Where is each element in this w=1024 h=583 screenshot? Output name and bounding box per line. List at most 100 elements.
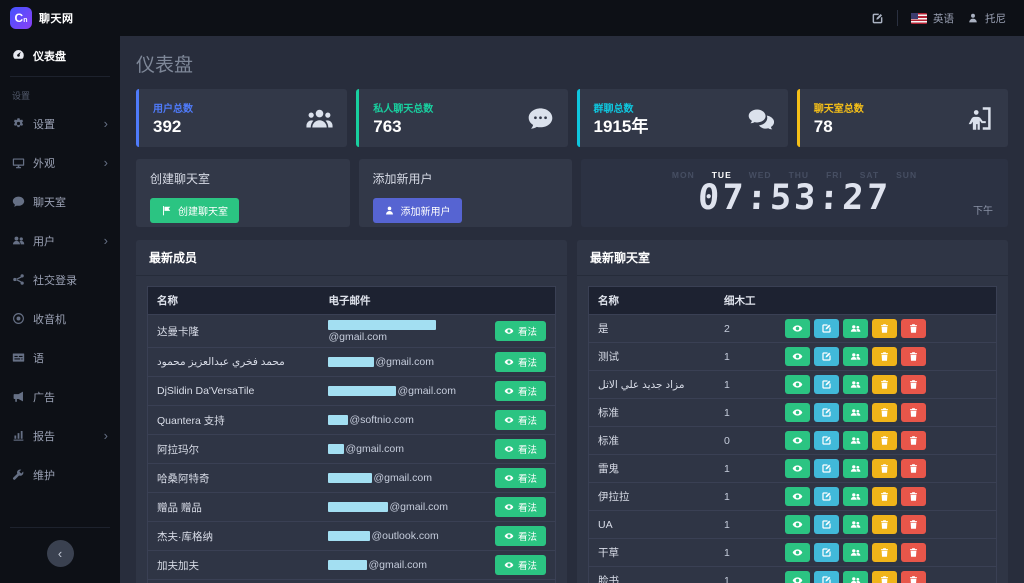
- add-user-button[interactable]: 添加新用户: [372, 198, 462, 223]
- edit-button[interactable]: [814, 347, 840, 366]
- edit-button[interactable]: [814, 571, 840, 583]
- view-button[interactable]: [785, 543, 811, 562]
- sidebar-item-appearance[interactable]: 外观 ›: [0, 143, 120, 182]
- delete-button[interactable]: [901, 459, 927, 478]
- members-table: 名称 电子邮件 达曼卡隆 @gmail.com 看法 محمد فخري عبد…: [147, 286, 556, 583]
- clear-button[interactable]: [872, 515, 898, 534]
- sidebar-item-ads[interactable]: 广告: [0, 377, 120, 416]
- view-button[interactable]: [785, 571, 811, 583]
- clear-button[interactable]: [872, 571, 898, 583]
- member-name: 阿拉玛尔: [147, 434, 320, 464]
- delete-button[interactable]: [901, 543, 927, 562]
- view-button[interactable]: 看法: [494, 352, 546, 372]
- members-button[interactable]: [843, 515, 869, 534]
- sidebar-item-users[interactable]: 用户 ›: [0, 221, 120, 260]
- trash-icon: [879, 351, 890, 362]
- view-button[interactable]: [785, 375, 811, 394]
- edit-button[interactable]: [814, 543, 840, 562]
- clear-button[interactable]: [872, 319, 898, 338]
- edit-button[interactable]: [814, 431, 840, 450]
- clear-button[interactable]: [872, 403, 898, 422]
- edit-button[interactable]: [814, 515, 840, 534]
- clear-button[interactable]: [872, 543, 898, 562]
- clock-time: 07:53:27: [697, 178, 892, 218]
- sidebar-item-maintenance[interactable]: 维护: [0, 455, 120, 494]
- delete-button[interactable]: [901, 431, 927, 450]
- users-icon: [12, 234, 25, 247]
- members-button[interactable]: [843, 431, 869, 450]
- room-joiners: 1: [714, 398, 777, 427]
- clear-button[interactable]: [872, 459, 898, 478]
- share-icon: [12, 273, 25, 286]
- table-row: 是 2: [588, 314, 997, 343]
- members-button[interactable]: [843, 571, 869, 583]
- view-button[interactable]: 看法: [494, 381, 546, 401]
- view-button[interactable]: [785, 347, 811, 366]
- view-button[interactable]: 看法: [494, 497, 546, 517]
- view-button[interactable]: [785, 319, 811, 338]
- view-button[interactable]: 看法: [494, 555, 546, 575]
- email-redaction: [328, 357, 375, 368]
- edit-button[interactable]: [814, 319, 840, 338]
- chat-pair-icon: [747, 105, 774, 132]
- language-selector[interactable]: 英语: [911, 11, 954, 26]
- clear-button[interactable]: [872, 347, 898, 366]
- stat-card-chatrooms: 聊天室总数 78: [796, 89, 1008, 147]
- edit-button[interactable]: [814, 459, 840, 478]
- view-button[interactable]: 看法: [494, 321, 546, 341]
- sidebar-item-dashboard[interactable]: 仪表盘: [0, 36, 120, 76]
- sidebar-item-language[interactable]: 语: [0, 338, 120, 377]
- clear-button[interactable]: [872, 431, 898, 450]
- compose-icon[interactable]: [871, 12, 884, 25]
- members-button[interactable]: [843, 375, 869, 394]
- brand[interactable]: Cn 聊天网: [0, 0, 120, 36]
- sidebar-item-settings[interactable]: 设置 ›: [0, 104, 120, 143]
- delete-button[interactable]: [901, 571, 927, 583]
- sidebar-item-reports[interactable]: 报告 ›: [0, 416, 120, 455]
- members-button[interactable]: [843, 487, 869, 506]
- trash-icon: [908, 323, 919, 334]
- stat-value: 1915年: [593, 116, 649, 136]
- clear-button[interactable]: [872, 375, 898, 394]
- members-button[interactable]: [843, 319, 869, 338]
- view-button[interactable]: [785, 403, 811, 422]
- edit-button[interactable]: [814, 403, 840, 422]
- member-name: Quantera 支持: [147, 405, 320, 435]
- members-button[interactable]: [843, 403, 869, 422]
- members-button[interactable]: [843, 543, 869, 562]
- create-room-button[interactable]: 创建聊天室: [150, 198, 239, 223]
- user-menu[interactable]: 托尼: [967, 11, 1006, 26]
- sidebar-item-social-login[interactable]: 社交登录: [0, 260, 120, 299]
- users-icon: [850, 351, 861, 362]
- column-header-actions: [776, 286, 997, 315]
- clear-button[interactable]: [872, 487, 898, 506]
- delete-button[interactable]: [901, 347, 927, 366]
- brand-name: 聊天网: [39, 13, 74, 25]
- table-row: 干草 1: [588, 538, 997, 567]
- view-button[interactable]: 看法: [494, 410, 546, 430]
- sidebar-item-chatroom[interactable]: 聊天室: [0, 182, 120, 221]
- view-button[interactable]: [785, 459, 811, 478]
- trash-icon: [908, 491, 919, 502]
- table-row: 标准 1: [588, 398, 997, 427]
- members-button[interactable]: [843, 459, 869, 478]
- card-title: 创建聊天室: [150, 172, 211, 186]
- table-row: 伊拉拉 1: [588, 482, 997, 511]
- delete-button[interactable]: [901, 375, 927, 394]
- edit-button[interactable]: [814, 487, 840, 506]
- delete-button[interactable]: [901, 319, 927, 338]
- view-button[interactable]: 看法: [494, 526, 546, 546]
- edit-button[interactable]: [814, 375, 840, 394]
- view-button[interactable]: 看法: [494, 468, 546, 488]
- delete-button[interactable]: [901, 515, 927, 534]
- view-button[interactable]: [785, 431, 811, 450]
- sidebar-collapse-button[interactable]: ‹: [46, 540, 74, 567]
- sidebar-item-radio[interactable]: 收音机: [0, 299, 120, 338]
- trash-icon: [879, 407, 890, 418]
- members-button[interactable]: [843, 347, 869, 366]
- view-button[interactable]: [785, 487, 811, 506]
- view-button[interactable]: 看法: [494, 439, 546, 459]
- delete-button[interactable]: [901, 487, 927, 506]
- delete-button[interactable]: [901, 403, 927, 422]
- view-button[interactable]: [785, 515, 811, 534]
